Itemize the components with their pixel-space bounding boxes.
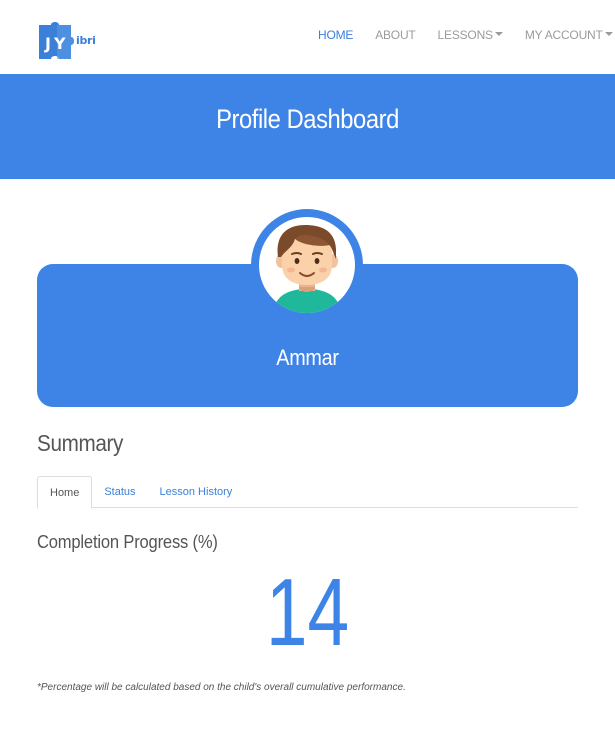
svg-text:J: J	[44, 34, 51, 53]
svg-text:Y: Y	[53, 34, 66, 53]
nav-home[interactable]: HOME	[318, 28, 353, 42]
caret-down-icon	[494, 32, 503, 36]
nav-about-label: ABOUT	[375, 28, 416, 42]
main-nav: HOME ABOUT LESSONS MY ACCOUNT	[318, 28, 613, 42]
summary-tabs: Home Status Lesson History	[37, 476, 578, 509]
nav-home-label: HOME	[318, 28, 354, 42]
nav-lessons-label: LESSONS	[437, 28, 493, 42]
summary-heading: Summary	[37, 430, 124, 456]
nav-my-account-label: MY ACCOUNT	[524, 28, 603, 42]
nav-my-account-dropdown[interactable]: MY ACCOUNT	[525, 28, 613, 42]
progress-footnote: *Percentage will be calculated based on …	[37, 682, 406, 693]
avatar	[251, 209, 363, 321]
tab-status[interactable]: Status	[92, 476, 147, 509]
completion-progress-value: 14	[265, 559, 350, 666]
tab-home[interactable]: Home	[37, 476, 93, 509]
navbar: J Y ibri HOME ABOUT LESSONS MY ACCOUNT	[0, 0, 615, 74]
page-title: Profile Dashboard	[216, 104, 399, 134]
page-banner: Profile Dashboard	[0, 74, 615, 179]
nav-lessons-dropdown[interactable]: LESSONS	[438, 28, 503, 42]
completion-progress-heading: Completion Progress (%)	[37, 532, 218, 552]
tab-lesson-history[interactable]: Lesson History	[148, 476, 245, 509]
boy-avatar-icon	[259, 217, 355, 313]
caret-down-icon	[604, 32, 613, 36]
nav-about[interactable]: ABOUT	[375, 28, 416, 42]
profile-name: Ammar	[276, 345, 339, 370]
logo-text: ibri	[76, 34, 96, 47]
